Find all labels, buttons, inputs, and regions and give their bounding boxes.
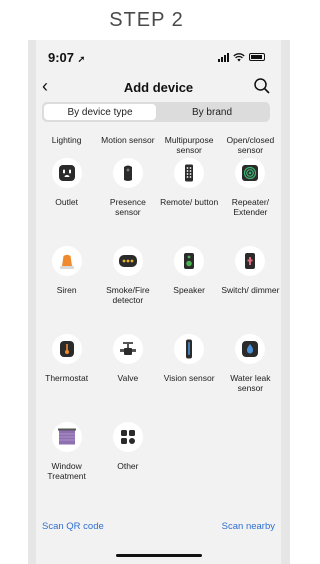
- speaker-icon-wrap: [174, 246, 205, 276]
- status-icons: [218, 52, 265, 62]
- battery-icon: [249, 53, 265, 61]
- device-multipurpose-sensor-label[interactable]: Multipurpose sensor: [159, 135, 220, 155]
- device-open-closed-sensor-label[interactable]: Open/closed sensor: [220, 135, 281, 155]
- status-time: 9:07 ➚: [48, 50, 85, 65]
- device-label: Other: [117, 461, 139, 471]
- scan-nearby-link[interactable]: Scan nearby: [222, 521, 275, 532]
- switch-icon-wrap: [235, 246, 266, 276]
- siren-icon: [59, 254, 74, 269]
- device-label: Valve: [117, 373, 139, 383]
- device-label: Window Treatment: [47, 461, 86, 481]
- device-switch-dimmer[interactable]: Switch/ dimmer: [220, 238, 281, 326]
- device-label: Repeater/ Extender: [231, 197, 270, 217]
- outlet-icon: [58, 165, 75, 181]
- device-row: Outlet Presence sensor Remote/ button Re…: [36, 150, 281, 238]
- device-row: Siren Smoke/Fire detector Speaker Switch…: [36, 238, 281, 326]
- back-button[interactable]: ‹: [42, 76, 48, 97]
- other-icon: [120, 430, 135, 444]
- vision-icon-wrap: [174, 334, 205, 364]
- repeater-icon: [242, 165, 259, 181]
- device-water-leak-sensor[interactable]: Water leak sensor: [220, 326, 281, 414]
- home-indicator[interactable]: [116, 554, 202, 557]
- device-label: Water leak sensor: [230, 373, 271, 393]
- water-leak-icon: [242, 341, 259, 357]
- device-thermostat[interactable]: Thermostat: [36, 326, 97, 414]
- remote-icon: [185, 164, 194, 182]
- smoke-detector-icon: [118, 255, 137, 267]
- outlet-icon-wrap: [51, 158, 82, 188]
- device-row: Window Treatment Other: [36, 414, 281, 502]
- device-presence-sensor[interactable]: Presence sensor: [97, 150, 158, 238]
- thermostat-icon: [59, 341, 74, 357]
- location-icon: ➚: [77, 53, 86, 64]
- water-icon-wrap: [235, 334, 266, 364]
- device-siren[interactable]: Siren: [36, 238, 97, 326]
- bottom-actions: Scan QR code Scan nearby: [36, 516, 281, 536]
- nav-bar: ‹ Add device: [36, 74, 281, 100]
- tab-by-device-type[interactable]: By device type: [44, 104, 156, 120]
- device-valve[interactable]: Valve: [97, 326, 158, 414]
- device-remote-button[interactable]: Remote/ button: [159, 150, 220, 238]
- device-repeater-extender[interactable]: Repeater/ Extender: [220, 150, 281, 238]
- device-type-grid: Lighting Motion sensor Multipurpose sens…: [36, 126, 281, 502]
- device-filter-segmented: By device type By brand: [42, 102, 270, 122]
- device-lighting-label[interactable]: Lighting: [36, 135, 97, 150]
- valve-icon-wrap: [112, 334, 143, 364]
- partial-row: Lighting Motion sensor Multipurpose sens…: [36, 126, 281, 155]
- device-window-treatment[interactable]: Window Treatment: [36, 414, 97, 502]
- remote-icon-wrap: [174, 158, 205, 188]
- device-label: Outlet: [55, 197, 78, 207]
- page-title: Add device: [123, 79, 194, 95]
- speaker-icon: [184, 253, 195, 269]
- window-treatment-icon: [57, 428, 76, 445]
- signal-icon: [218, 52, 229, 62]
- device-motion-sensor-label[interactable]: Motion sensor: [97, 135, 158, 150]
- switch-icon: [245, 253, 256, 269]
- valve-icon: [119, 342, 136, 355]
- step-label: STEP 2: [109, 8, 184, 31]
- smoke-icon-wrap: [112, 246, 143, 276]
- window-icon-wrap: [51, 422, 82, 452]
- device-vision-sensor[interactable]: Vision sensor: [159, 326, 220, 414]
- wifi-icon: [233, 52, 245, 61]
- device-label: Vision sensor: [163, 373, 215, 383]
- tab-by-brand[interactable]: By brand: [156, 104, 268, 120]
- device-other[interactable]: Other: [97, 414, 158, 502]
- device-row: Thermostat Valve Vision sensor Water lea…: [36, 326, 281, 414]
- thermostat-icon-wrap: [51, 334, 82, 364]
- phone-screen: 9:07 ➚ ‹ Add device By device type By br…: [36, 40, 281, 564]
- device-label: Remote/ button: [160, 197, 219, 207]
- time-text: 9:07: [48, 49, 75, 65]
- device-label: Thermostat: [45, 373, 89, 383]
- presence-icon-wrap: [112, 158, 143, 188]
- device-label: Presence sensor: [109, 197, 146, 217]
- device-label: Smoke/Fire detector: [106, 285, 150, 305]
- presence-sensor-icon: [123, 165, 132, 181]
- status-bar: 9:07 ➚: [36, 40, 281, 74]
- device-label: Siren: [56, 285, 77, 295]
- screenshot-frame: 9:07 ➚ ‹ Add device By device type By br…: [28, 40, 290, 564]
- repeater-icon-wrap: [235, 158, 266, 188]
- device-outlet[interactable]: Outlet: [36, 150, 97, 238]
- other-icon-wrap: [112, 422, 143, 452]
- device-speaker[interactable]: Speaker: [159, 238, 220, 326]
- device-smoke-fire-detector[interactable]: Smoke/Fire detector: [97, 238, 158, 326]
- search-icon[interactable]: [253, 77, 271, 95]
- scan-qr-code-link[interactable]: Scan QR code: [42, 521, 104, 532]
- siren-icon-wrap: [51, 246, 82, 276]
- device-label: Speaker: [173, 285, 205, 295]
- device-label: Switch/ dimmer: [221, 285, 280, 295]
- vision-sensor-icon: [186, 339, 193, 359]
